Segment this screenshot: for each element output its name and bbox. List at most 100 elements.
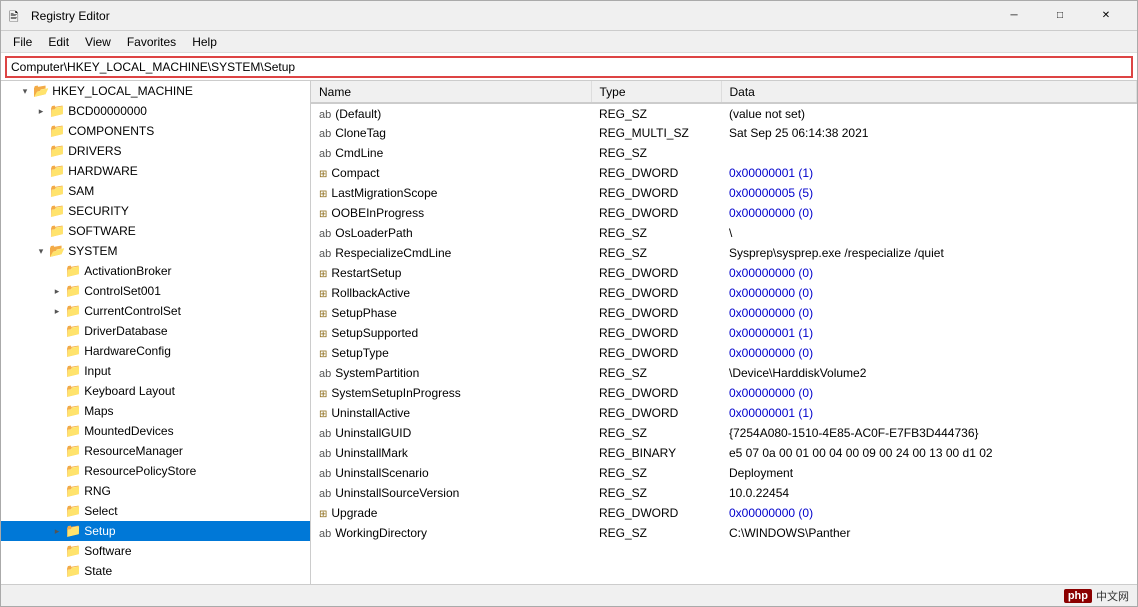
tree-item-bcd[interactable]: ▸📁BCD00000000: [1, 101, 310, 121]
cell-data: Sat Sep 25 06:14:38 2021: [721, 123, 1137, 143]
tree-item-software[interactable]: 📁SOFTWARE: [1, 221, 310, 241]
close-button[interactable]: ✕: [1083, 1, 1129, 31]
ab-icon: ab: [319, 228, 331, 240]
cell-data: Sysprep\sysprep.exe /respecialize /quiet: [721, 243, 1137, 263]
tree-item-rng[interactable]: 📁RNG: [1, 481, 310, 501]
tree-expand-icon[interactable]: ▸: [49, 286, 65, 297]
tree-item-setup[interactable]: ▸📁Setup: [1, 521, 310, 541]
table-row[interactable]: ⊞UninstallActiveREG_DWORD0x00000001 (1): [311, 403, 1137, 423]
tree-item-mounteddevices[interactable]: 📁MountedDevices: [1, 421, 310, 441]
tree-item-hardware[interactable]: 📁HARDWARE: [1, 161, 310, 181]
cell-name: abSystemPartition: [311, 363, 591, 383]
cell-data: 0x00000000 (0): [721, 383, 1137, 403]
cell-data: Deployment: [721, 463, 1137, 483]
values-table: Name Type Data ab(Default)REG_SZ(value n…: [311, 81, 1137, 543]
tree-label: CurrentControlSet: [84, 304, 181, 318]
folder-icon: 📁: [49, 163, 65, 179]
tree-item-currentcontrolset[interactable]: ▸📁CurrentControlSet: [1, 301, 310, 321]
tree-item-maps[interactable]: 📁Maps: [1, 401, 310, 421]
table-row[interactable]: ⊞SetupTypeREG_DWORD0x00000000 (0): [311, 343, 1137, 363]
folder-icon: 📁: [65, 283, 81, 299]
tree-item-resourcepolicystore[interactable]: 📁ResourcePolicyStore: [1, 461, 310, 481]
dw-icon: ⊞: [319, 169, 327, 180]
tree-item-security[interactable]: 📁SECURITY: [1, 201, 310, 221]
cell-data: 0x00000000 (0): [721, 303, 1137, 323]
cell-type: REG_DWORD: [591, 263, 721, 283]
menu-item-view[interactable]: View: [77, 31, 119, 53]
tree-expand-icon[interactable]: ▾: [17, 86, 33, 97]
table-row[interactable]: ⊞SetupSupportedREG_DWORD0x00000001 (1): [311, 323, 1137, 343]
tree-item-state[interactable]: 📁State: [1, 561, 310, 581]
table-row[interactable]: ⊞CompactREG_DWORD0x00000001 (1): [311, 163, 1137, 183]
address-input[interactable]: [5, 56, 1133, 78]
table-row[interactable]: abUninstallGUIDREG_SZ{7254A080-1510-4E85…: [311, 423, 1137, 443]
tree-item-components[interactable]: 📁COMPONENTS: [1, 121, 310, 141]
tree-label: HardwareConfig: [84, 344, 171, 358]
tree-item-drivers[interactable]: 📁DRIVERS: [1, 141, 310, 161]
tree-item-hardwareconfig[interactable]: 📁HardwareConfig: [1, 341, 310, 361]
minimize-button[interactable]: ─: [991, 1, 1037, 31]
cell-name: ⊞SystemSetupInProgress: [311, 383, 591, 403]
table-row[interactable]: ⊞RestartSetupREG_DWORD0x00000000 (0): [311, 263, 1137, 283]
table-row[interactable]: abRespecializeCmdLineREG_SZSysprep\syspr…: [311, 243, 1137, 263]
table-row[interactable]: ⊞RollbackActiveREG_DWORD0x00000000 (0): [311, 283, 1137, 303]
titlebar-left: 🖹 Registry Editor: [9, 8, 110, 24]
cell-name: abUninstallGUID: [311, 423, 591, 443]
tree-item-keyboardlayout[interactable]: 📁Keyboard Layout: [1, 381, 310, 401]
folder-icon: 📁: [49, 123, 65, 139]
menu-item-favorites[interactable]: Favorites: [119, 31, 184, 53]
tree-label: HKEY_LOCAL_MACHINE: [52, 84, 193, 98]
tree-item-driverdatabase[interactable]: 📁DriverDatabase: [1, 321, 310, 341]
tree-expand-icon[interactable]: ▸: [33, 106, 49, 117]
cell-type: REG_DWORD: [591, 403, 721, 423]
tree-expand-icon[interactable]: ▸: [49, 526, 65, 537]
maximize-button[interactable]: □: [1037, 1, 1083, 31]
menu-item-file[interactable]: File: [5, 31, 40, 53]
dw-icon: ⊞: [319, 409, 327, 420]
menu-item-help[interactable]: Help: [184, 31, 225, 53]
tree-label: Keyboard Layout: [84, 384, 175, 398]
table-row[interactable]: ⊞UpgradeREG_DWORD0x00000000 (0): [311, 503, 1137, 523]
cell-name: abCmdLine: [311, 143, 591, 163]
cell-data: \Device\HarddiskVolume2: [721, 363, 1137, 383]
tree-label: HARDWARE: [68, 164, 138, 178]
table-row[interactable]: abSystemPartitionREG_SZ\Device\HarddiskV…: [311, 363, 1137, 383]
cell-name: ⊞RestartSetup: [311, 263, 591, 283]
table-row[interactable]: abCloneTagREG_MULTI_SZSat Sep 25 06:14:3…: [311, 123, 1137, 143]
table-row[interactable]: ⊞OOBEInProgressREG_DWORD0x00000000 (0): [311, 203, 1137, 223]
tree-expand-icon[interactable]: ▾: [33, 246, 49, 257]
table-row[interactable]: abWorkingDirectoryREG_SZC:\WINDOWS\Panth…: [311, 523, 1137, 543]
menu-item-edit[interactable]: Edit: [40, 31, 77, 53]
tree-item-system[interactable]: ▾📂SYSTEM: [1, 241, 310, 261]
table-row[interactable]: abUninstallMarkREG_BINARYe5 07 0a 00 01 …: [311, 443, 1137, 463]
tree-item-select[interactable]: 📁Select: [1, 501, 310, 521]
table-row[interactable]: ⊞SetupPhaseREG_DWORD0x00000000 (0): [311, 303, 1137, 323]
ab-icon: ab: [319, 448, 331, 460]
cell-data: [721, 143, 1137, 163]
tree-expand-icon[interactable]: ▸: [49, 306, 65, 317]
tree-item-sam[interactable]: 📁SAM: [1, 181, 310, 201]
table-row[interactable]: ⊞LastMigrationScopeREG_DWORD0x00000005 (…: [311, 183, 1137, 203]
table-row[interactable]: ⊞SystemSetupInProgressREG_DWORD0x0000000…: [311, 383, 1137, 403]
tree-item-input[interactable]: 📁Input: [1, 361, 310, 381]
cell-type: REG_DWORD: [591, 343, 721, 363]
table-row[interactable]: ab(Default)REG_SZ(value not set): [311, 103, 1137, 123]
folder-icon: 📁: [49, 143, 65, 159]
cell-data: 0x00000001 (1): [721, 163, 1137, 183]
cell-name: ⊞LastMigrationScope: [311, 183, 591, 203]
zh-label: 中文网: [1096, 588, 1129, 604]
ab-icon: ab: [319, 528, 331, 540]
table-row[interactable]: abUninstallSourceVersionREG_SZ10.0.22454: [311, 483, 1137, 503]
tree-item-activationbroker[interactable]: 📁ActivationBroker: [1, 261, 310, 281]
tree-item-softwares[interactable]: 📁Software: [1, 541, 310, 561]
tree-item-controlset001[interactable]: ▸📁ControlSet001: [1, 281, 310, 301]
table-row[interactable]: abUninstallScenarioREG_SZDeployment: [311, 463, 1137, 483]
table-row[interactable]: abOsLoaderPathREG_SZ\: [311, 223, 1137, 243]
tree-label: SAM: [68, 184, 94, 198]
tree-item-hklm[interactable]: ▾📂HKEY_LOCAL_MACHINE: [1, 81, 310, 101]
cell-type: REG_SZ: [591, 423, 721, 443]
table-row[interactable]: abCmdLineREG_SZ: [311, 143, 1137, 163]
tree-item-resourcemanager[interactable]: 📁ResourceManager: [1, 441, 310, 461]
tree-label: MountedDevices: [84, 424, 173, 438]
cell-data: 10.0.22454: [721, 483, 1137, 503]
